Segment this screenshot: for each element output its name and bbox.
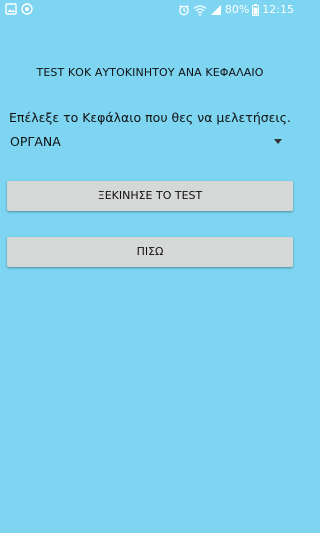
clock: 12:15 — [262, 3, 294, 16]
back-button[interactable]: ΠΙΣΩ — [7, 237, 293, 267]
image-icon — [5, 3, 17, 15]
battery-icon — [252, 3, 260, 16]
dropdown-arrow-icon — [274, 139, 282, 144]
status-right: 80% 12:15 — [178, 3, 294, 16]
battery-percent: 80% — [224, 3, 250, 16]
signal-icon — [210, 4, 222, 16]
chapter-prompt: Επέλεξε το Κεφάλαιο που θες να μελετήσει… — [9, 110, 291, 125]
start-test-button[interactable]: ΞΕΚΙΝΗΣΕ ΤΟ TEST — [7, 181, 293, 211]
sync-icon — [21, 3, 33, 15]
chapter-select[interactable]: ΟΡΓΑΝΑ — [8, 131, 288, 153]
status-bar: 80% 12:15 — [0, 0, 300, 20]
chapter-select-value: ΟΡΓΑΝΑ — [10, 134, 61, 149]
wifi-icon — [193, 4, 207, 16]
status-left — [5, 3, 33, 15]
page-title: TEST ΚΟΚ ΑΥΤΟΚΙΝΗΤΟΥ ΑΝΑ ΚΕΦΑΛΑΙΟ — [36, 66, 264, 79]
alarm-icon — [178, 4, 190, 16]
